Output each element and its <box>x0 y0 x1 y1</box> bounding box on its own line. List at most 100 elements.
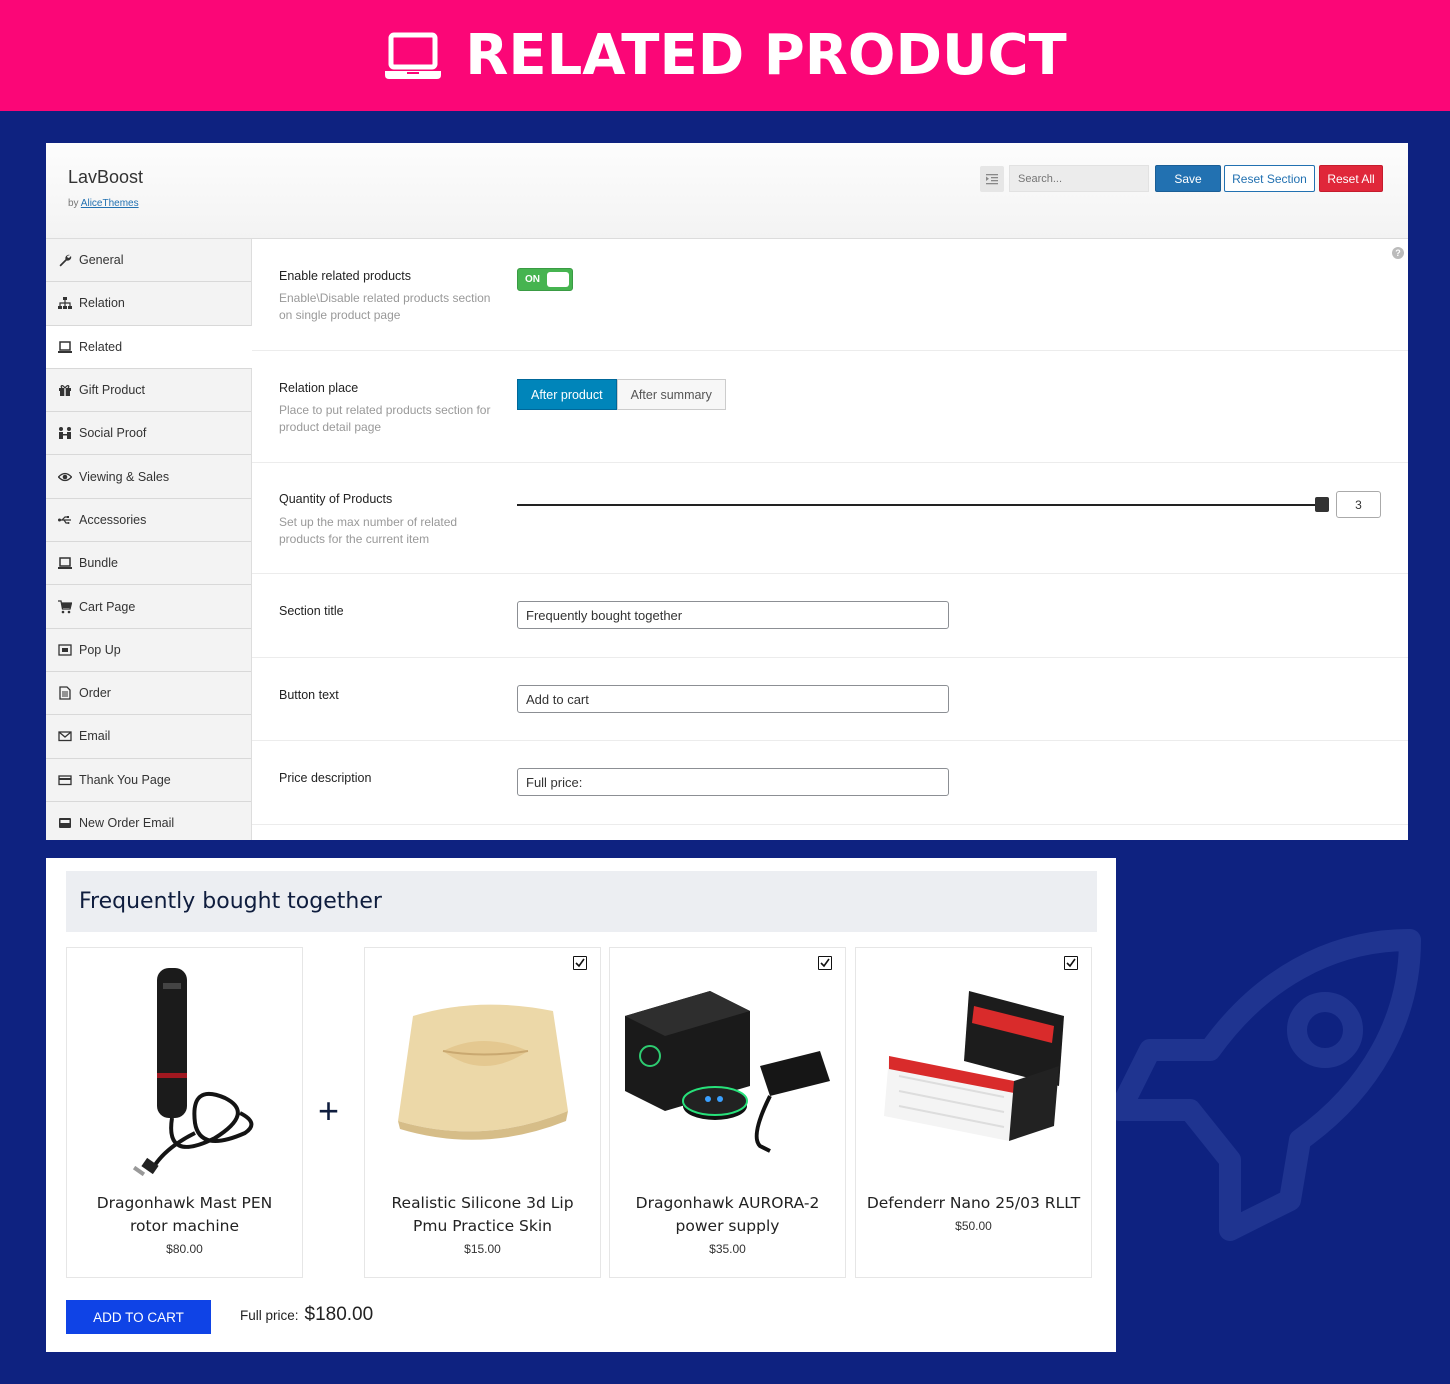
save-button[interactable]: Save <box>1155 165 1221 192</box>
reset-all-button[interactable]: Reset All <box>1319 165 1383 192</box>
sidebar-item-label: Viewing & Sales <box>79 469 170 484</box>
sidebar-item-label: Accessories <box>79 512 147 527</box>
brand-name: LavBoost <box>68 167 144 187</box>
option-after-product[interactable]: After product <box>517 379 617 410</box>
enable-toggle[interactable]: ON <box>517 268 573 291</box>
needle-cartridge-image[interactable] <box>856 958 1091 1183</box>
product-name[interactable]: Realistic Silicone 3d Lip Pmu Practice S… <box>375 1192 590 1238</box>
settings-panel: LavBoost by AliceThemes Save Reset Secti… <box>46 143 1408 840</box>
laptop-icon <box>58 557 72 570</box>
sidebar-item-cart-page[interactable]: Cart Page <box>46 585 251 629</box>
silicone-lip-image[interactable] <box>365 958 600 1183</box>
needle-cartridge-image <box>883 990 1064 1141</box>
full-price: Full price: $180.00 <box>240 1304 373 1326</box>
setting-description: Set up the max number of related product… <box>279 515 458 546</box>
wrench-icon <box>59 254 72 267</box>
quantity-slider-track[interactable] <box>517 504 1322 506</box>
sidebar: General Relation Related Gift Product So… <box>46 239 252 840</box>
sidebar-item-gift-product[interactable]: Gift Product <box>46 369 251 413</box>
product-name[interactable]: Dragonhawk AURORA-2 power supply <box>620 1192 835 1238</box>
power-supply-image[interactable] <box>610 958 845 1183</box>
preview-header: Frequently bought together <box>66 871 1097 932</box>
sidebar-item-order[interactable]: Order <box>46 672 251 716</box>
product-card[interactable]: Dragonhawk AURORA-2 power supply $35.00 <box>609 947 846 1278</box>
card-icon <box>58 775 72 785</box>
sidebar-item-accessories[interactable]: Accessories <box>46 499 251 543</box>
frontend-preview: Frequently bought together Dragonhawk Ma… <box>46 858 1116 1352</box>
banner-title: RELATED PRODUCT <box>465 23 1067 88</box>
sidebar-item-label: New Order Email <box>79 816 175 830</box>
product-price: $15.00 <box>464 1242 501 1256</box>
setting-section-title: Section title Frequently bought together <box>252 574 1408 658</box>
inbox-icon <box>59 818 71 828</box>
sidebar-item-relation[interactable]: Relation <box>46 282 251 326</box>
document-icon <box>59 686 71 700</box>
relation-place-buttonset: After product After summary <box>517 379 726 410</box>
popup-icon <box>58 644 72 656</box>
toggle-knob <box>547 272 569 287</box>
sidebar-item-label: Social Proof <box>79 426 147 441</box>
product-price: $80.00 <box>166 1242 203 1256</box>
sidebar-item-social-proof[interactable]: Social Proof <box>46 412 251 456</box>
rocket-icon <box>1110 929 1421 1241</box>
sidebar-item-label: Thank You Page <box>79 772 171 787</box>
product-card[interactable]: Realistic Silicone 3d Lip Pmu Practice S… <box>364 947 601 1278</box>
sidebar-item-email[interactable]: Email <box>46 715 251 759</box>
setting-label: Relation place <box>279 381 359 395</box>
eye-icon <box>58 472 72 481</box>
people-icon <box>59 427 71 440</box>
expand-options-button[interactable] <box>980 166 1004 192</box>
banner: RELATED PRODUCT <box>0 0 1450 111</box>
quantity-value-field[interactable]: 3 <box>1336 491 1381 518</box>
sidebar-item-label: Order <box>79 686 111 701</box>
setting-quantity: Quantity of Products Set up the max numb… <box>252 463 1408 574</box>
author-link[interactable]: AliceThemes <box>81 198 139 209</box>
setting-label: Section title <box>279 604 344 618</box>
product-card[interactable]: Dragonhawk Mast PEN rotor machine $80.00 <box>66 947 303 1278</box>
envelope-icon <box>58 731 72 742</box>
sidebar-item-thank-you-page[interactable]: Thank You Page <box>46 759 251 802</box>
preview-title: Frequently bought together <box>79 889 382 914</box>
product-price: $50.00 <box>955 1219 992 1233</box>
settings-content: Enable related products Enable\Disable r… <box>252 239 1408 840</box>
add-to-cart-button[interactable]: ADD TO CART <box>66 1300 211 1334</box>
setting-relation-place: Relation place Place to put related prod… <box>252 351 1408 463</box>
indent-icon <box>986 174 998 185</box>
setting-label: Button text <box>279 688 339 702</box>
button-text-input[interactable]: Add to cart <box>517 685 949 713</box>
sidebar-item-viewing-sales[interactable]: Viewing & Sales <box>46 455 251 499</box>
power-supply-image <box>625 990 830 1153</box>
full-price-label: Full price: <box>240 1308 299 1323</box>
setting-label: Price description <box>279 771 372 785</box>
sidebar-item-label: Cart Page <box>79 599 136 614</box>
sidebar-item-bundle[interactable]: Bundle <box>46 542 251 586</box>
sidebar-item-pop-up[interactable]: Pop Up <box>46 629 251 672</box>
product-card[interactable]: Defenderr Nano 25/03 RLLT $50.00 <box>855 947 1092 1278</box>
reset-section-button[interactable]: Reset Section <box>1224 165 1315 192</box>
sidebar-item-general[interactable]: General <box>46 239 251 283</box>
setting-button-text: Button text Add to cart <box>252 658 1408 741</box>
product-price: $35.00 <box>709 1242 746 1256</box>
sidebar-item-label: Pop Up <box>79 642 121 657</box>
sidebar-item-label: Gift Product <box>79 383 145 398</box>
sidebar-item-label: Bundle <box>79 556 118 571</box>
option-after-summary[interactable]: After summary <box>616 379 726 410</box>
search-input[interactable] <box>1009 165 1149 192</box>
product-name[interactable]: Dragonhawk Mast PEN rotor machine <box>77 1192 292 1238</box>
gift-icon <box>59 385 71 397</box>
laptop-icon <box>58 340 72 353</box>
sidebar-item-related[interactable]: Related <box>46 325 252 369</box>
price-description-input[interactable]: Full price: <box>517 768 949 796</box>
section-title-input[interactable]: Frequently bought together <box>517 601 949 629</box>
setting-description: Place to put related products section fo… <box>279 403 491 434</box>
setting-label: Quantity of Products <box>279 492 393 506</box>
tattoo-pen-image[interactable] <box>67 958 302 1183</box>
quantity-slider-handle[interactable] <box>1315 497 1329 512</box>
full-price-value: $180.00 <box>304 1304 374 1325</box>
toggle-state-text: ON <box>525 274 540 285</box>
silicone-lip-image <box>397 1004 568 1140</box>
product-name[interactable]: Defenderr Nano 25/03 RLLT <box>866 1192 1081 1215</box>
sidebar-item-label: Related <box>79 339 123 354</box>
sidebar-item-new-order-email[interactable]: New Order Email <box>46 802 251 840</box>
setting-price-description: Price description Full price: <box>252 741 1408 825</box>
